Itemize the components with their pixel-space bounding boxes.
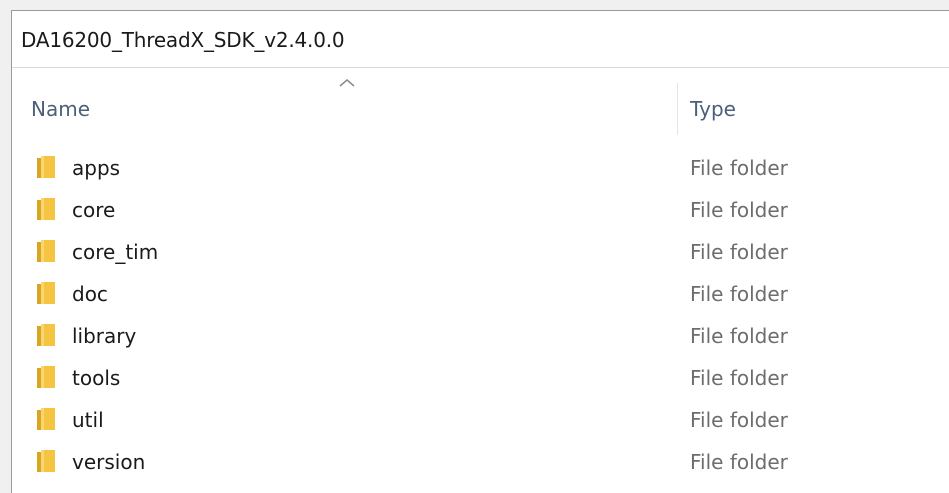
column-header-name[interactable]: Name	[31, 97, 90, 121]
file-explorer-window: DA16200_ThreadX_SDK_v2.4.0.0 Name Type a…	[11, 10, 949, 493]
file-type: File folder	[690, 240, 788, 264]
folder-icon	[37, 324, 55, 346]
file-name: doc	[72, 282, 108, 306]
file-type: File folder	[690, 156, 788, 180]
file-type: File folder	[690, 408, 788, 432]
file-type: File folder	[690, 324, 788, 348]
address-path[interactable]: DA16200_ThreadX_SDK_v2.4.0.0	[21, 28, 345, 52]
folder-icon	[37, 240, 55, 262]
file-name: library	[72, 324, 137, 348]
file-type: File folder	[690, 198, 788, 222]
chevron-up-icon[interactable]	[338, 77, 356, 89]
list-item[interactable]: library File folder	[12, 315, 949, 357]
folder-icon	[37, 366, 55, 388]
file-type: File folder	[690, 366, 788, 390]
address-bar[interactable]: DA16200_ThreadX_SDK_v2.4.0.0	[12, 11, 949, 68]
folder-icon	[37, 408, 55, 430]
folder-icon	[37, 282, 55, 304]
column-header-type[interactable]: Type	[690, 97, 736, 121]
list-item[interactable]: apps File folder	[12, 147, 949, 189]
file-name: tools	[72, 366, 121, 390]
list-item[interactable]: doc File folder	[12, 273, 949, 315]
file-type: File folder	[690, 282, 788, 306]
list-item[interactable]: version File folder	[12, 441, 949, 483]
list-item[interactable]: tools File folder	[12, 357, 949, 399]
file-name: version	[72, 450, 146, 474]
file-type: File folder	[690, 450, 788, 474]
file-name: core	[72, 198, 116, 222]
folder-icon	[37, 198, 55, 220]
folder-icon	[37, 156, 55, 178]
list-item[interactable]: util File folder	[12, 399, 949, 441]
file-name: core_tim	[72, 240, 159, 264]
list-item[interactable]: core File folder	[12, 189, 949, 231]
list-item[interactable]: core_tim File folder	[12, 231, 949, 273]
file-name: util	[72, 408, 104, 432]
column-header: Name Type	[12, 79, 949, 135]
file-name: apps	[72, 156, 121, 180]
folder-icon	[37, 450, 55, 472]
column-divider[interactable]	[677, 83, 678, 135]
file-list: apps File folder core File folder core_t…	[12, 147, 949, 483]
